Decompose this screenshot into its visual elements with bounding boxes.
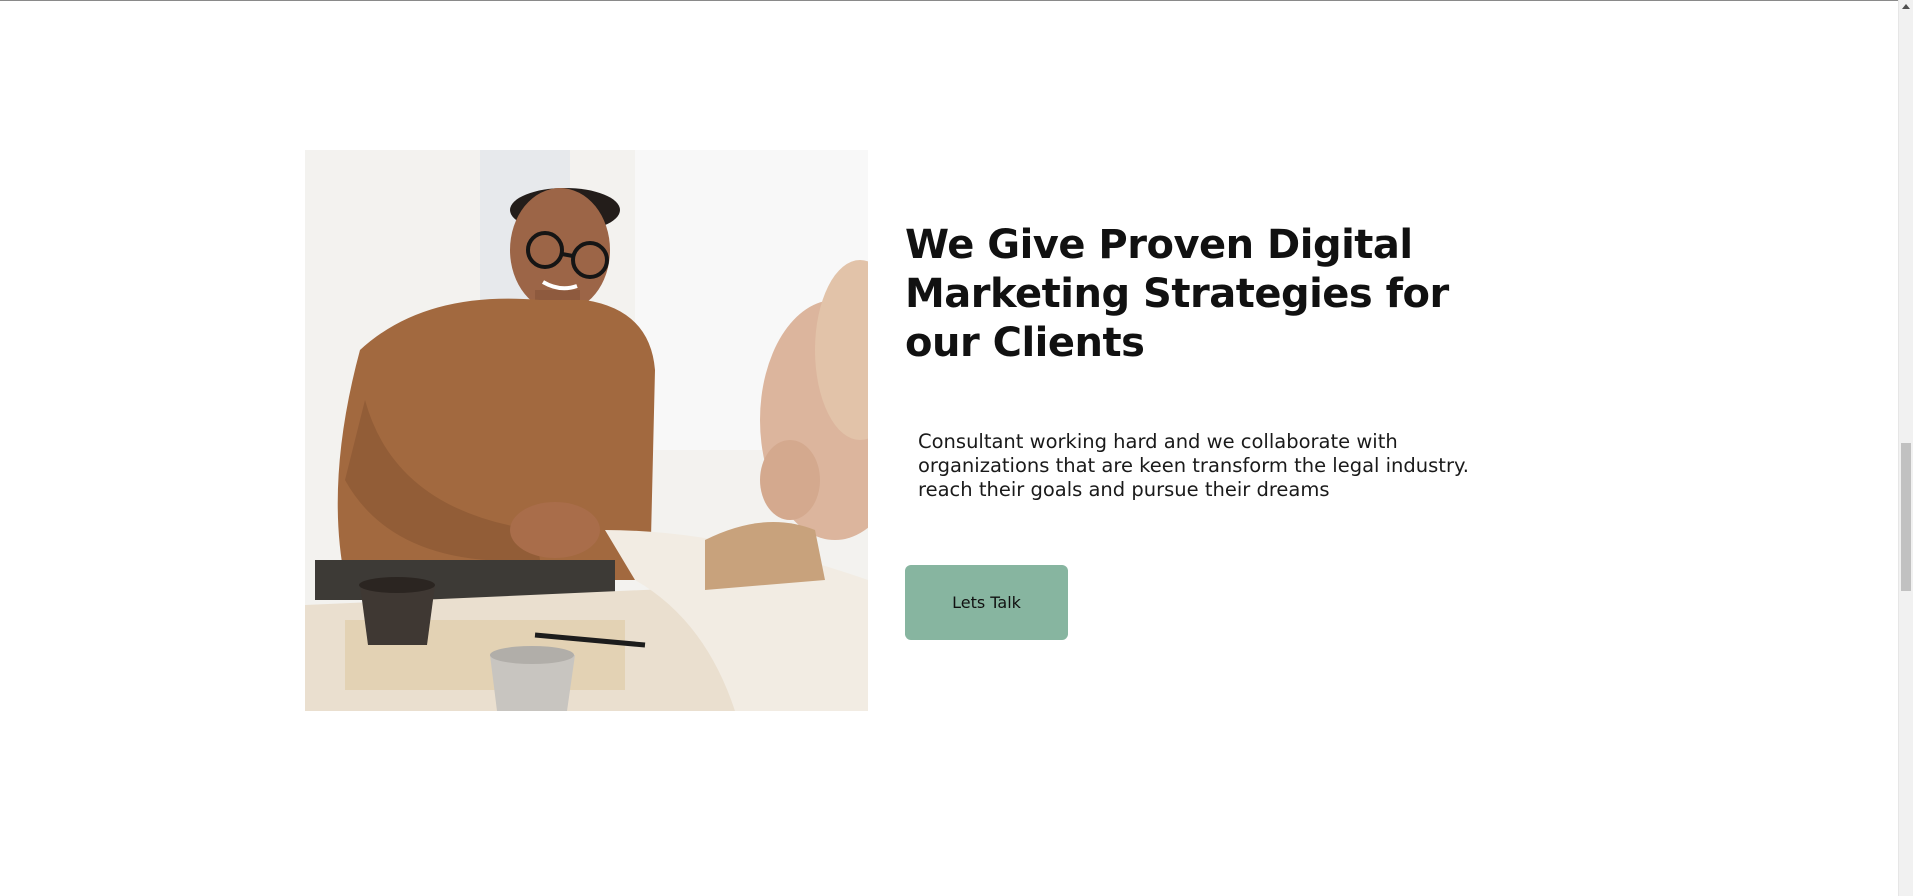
lets-talk-button[interactable]: Lets Talk — [905, 565, 1068, 640]
hero-description: Consultant working hard and we collabora… — [918, 430, 1469, 501]
scrollbar-thumb[interactable] — [1901, 443, 1911, 591]
hero-title: We Give Proven Digital Marketing Strateg… — [905, 222, 1449, 366]
page-viewport: We Give Proven Digital Marketing Strateg… — [0, 0, 1913, 896]
top-border-divider — [0, 0, 1898, 1]
scroll-up-arrow-icon[interactable] — [1902, 4, 1910, 9]
hero-image — [305, 150, 868, 711]
vertical-scrollbar[interactable] — [1898, 0, 1913, 896]
